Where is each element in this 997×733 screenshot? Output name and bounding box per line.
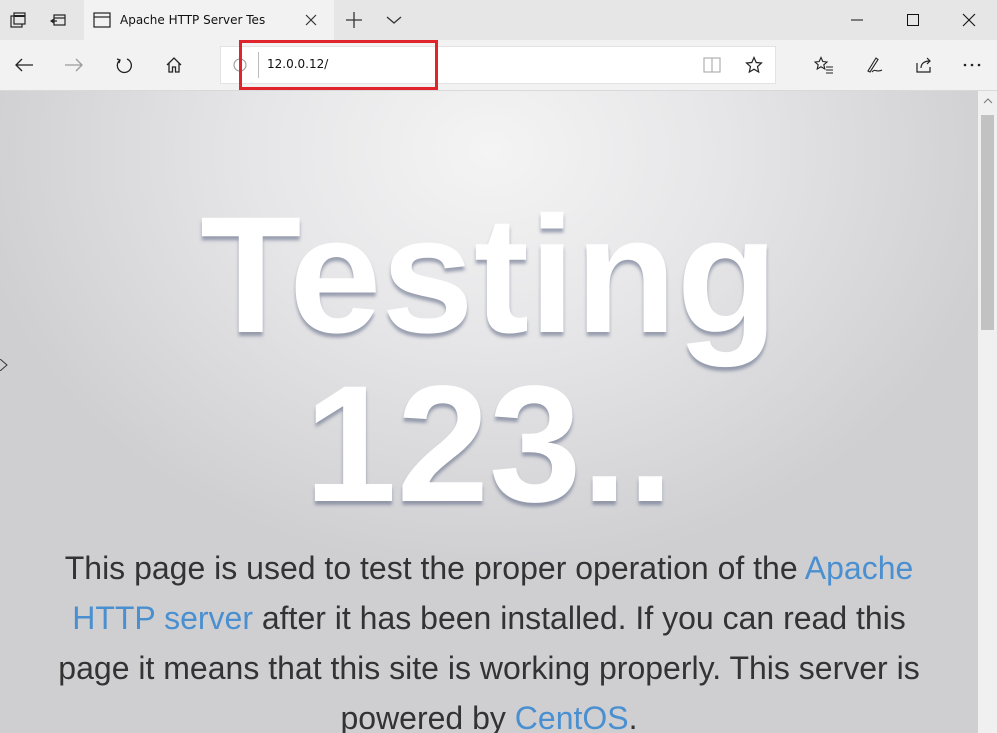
pen-icon[interactable] <box>864 55 884 75</box>
intro-text-3: . <box>628 700 638 733</box>
share-icon[interactable] <box>914 55 934 75</box>
tab-title: Apache HTTP Server Tes <box>120 13 266 27</box>
chevron-down-icon[interactable] <box>384 10 404 30</box>
page-icon <box>92 10 112 30</box>
plus-icon[interactable] <box>344 10 364 30</box>
intro-paragraph: This page is used to test the proper ope… <box>40 543 938 733</box>
book-icon[interactable] <box>702 55 722 75</box>
set-aside-tabs-icon[interactable] <box>48 10 68 30</box>
intro-text-1: This page is used to test the proper ope… <box>64 550 805 586</box>
centos-link[interactable]: CentOS <box>515 700 629 733</box>
home-icon[interactable] <box>164 55 184 75</box>
close-window-icon[interactable] <box>946 0 992 40</box>
highlight-box <box>239 40 438 90</box>
scroll-thumb[interactable] <box>981 115 994 330</box>
close-icon[interactable] <box>303 12 319 28</box>
star-icon[interactable] <box>744 55 764 75</box>
scroll-up-icon[interactable] <box>978 93 997 109</box>
maximize-icon[interactable] <box>890 0 936 40</box>
minimize-icon[interactable] <box>834 0 880 40</box>
more-icon[interactable] <box>962 55 982 75</box>
forward-arrow-icon[interactable] <box>64 55 84 75</box>
title-bar: Apache HTTP Server Tes <box>0 0 997 40</box>
refresh-icon[interactable] <box>114 55 134 75</box>
page-heading-testing: Testing <box>200 183 778 368</box>
page-heading-123: 123.. <box>304 352 674 537</box>
vertical-scrollbar[interactable] <box>978 91 997 733</box>
cursor-icon <box>0 358 8 372</box>
page-viewport: Testing 123.. This page is used to test … <box>0 91 978 733</box>
back-arrow-icon[interactable] <box>14 55 34 75</box>
tab-apache[interactable]: Apache HTTP Server Tes <box>84 0 334 40</box>
tab-manager-icon[interactable] <box>8 10 28 30</box>
favorites-list-icon[interactable] <box>814 55 834 75</box>
